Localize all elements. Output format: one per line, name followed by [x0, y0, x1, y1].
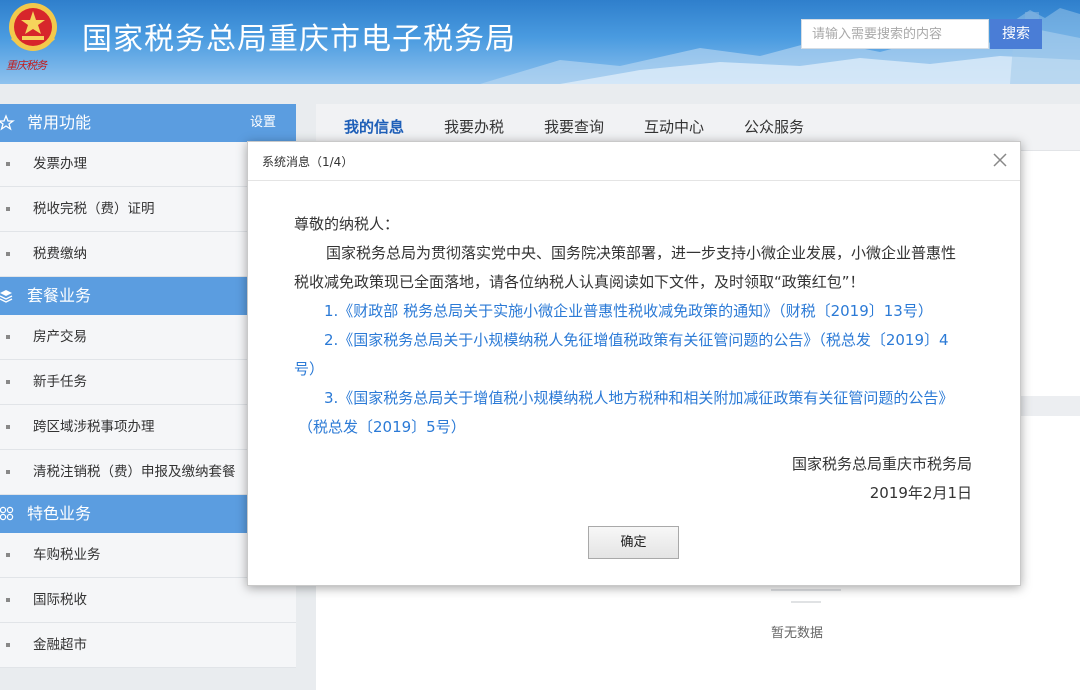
emblem-caption: 重庆税务 — [6, 59, 47, 72]
settings-link[interactable]: 设置 — [250, 104, 276, 142]
sidebar-item-finance-market[interactable]: 金融超市 — [0, 623, 296, 668]
signature-date: 2019年2月1日 — [869, 484, 972, 502]
policy-link-3[interactable]: 3.《国家税务总局关于增值税小规模纳税人地方税种和相关附加减征政策有关征管问题的… — [294, 384, 974, 413]
greeting: 尊敬的纳税人： — [294, 215, 400, 233]
dialog-header: 系统消息（1/4） — [248, 142, 1020, 181]
sidebar-section-label: 常用功能 — [27, 113, 92, 132]
paragraph-line: 国家税务总局为贯彻落实党中央、国务院决策部署，进一步支持小微企业发展，小微企业普… — [326, 244, 957, 262]
search-input[interactable] — [801, 19, 989, 49]
system-message-dialog: 系统消息（1/4） 尊敬的纳税人： 国家税务总局为贯彻落实党中央、国务院决策部署… — [247, 141, 1021, 586]
sidebar-item-label: 车购税业务 — [33, 547, 101, 563]
dialog-body: 尊敬的纳税人： 国家税务总局为贯彻落实党中央、国务院决策部署，进一步支持小微企业… — [294, 210, 974, 442]
confirm-button[interactable]: 确定 — [588, 526, 679, 559]
sidebar-section-label: 特色业务 — [27, 504, 92, 523]
bullet-icon — [6, 207, 10, 211]
site-header: 重庆税务 国家税务总局重庆市电子税务局 搜索 — [0, 0, 1080, 84]
sidebar-item-label: 房产交易 — [33, 329, 87, 345]
policy-link-1[interactable]: 1.《财政部 税务总局关于实施小微企业普惠性税收减免政策的通知》（财税〔2019… — [294, 297, 974, 326]
sidebar-item-label: 跨区域涉税事项办理 — [33, 419, 155, 435]
bullet-icon — [6, 380, 10, 384]
search-button[interactable]: 搜索 — [990, 19, 1042, 49]
policy-link-2-cont[interactable]: 号） — [294, 355, 974, 384]
bullet-icon — [6, 643, 10, 647]
bullet-icon — [6, 553, 10, 557]
sidebar-section-label: 套餐业务 — [27, 286, 92, 305]
bullet-icon — [6, 470, 10, 474]
policy-link-3-cont[interactable]: （税总发〔2019〕5号） — [294, 413, 974, 442]
signature-block: 国家税务总局重庆市税务局 2019年2月1日 — [792, 450, 972, 508]
signature-org: 国家税务总局重庆市税务局 — [791, 455, 972, 473]
close-icon[interactable] — [990, 150, 1010, 170]
national-emblem-icon — [9, 3, 57, 51]
dialog-title: 系统消息（1/4） — [262, 155, 354, 169]
site-title: 国家税务总局重庆市电子税务局 — [82, 22, 516, 57]
sidebar-item-label: 税收完税（费）证明 — [33, 201, 155, 217]
layers-icon — [0, 290, 13, 303]
sidebar-item-label: 发票办理 — [33, 156, 87, 172]
sidebar-item-label: 金融超市 — [33, 637, 87, 653]
sidebar-section-common[interactable]: 常用功能 设置 — [0, 104, 296, 142]
empty-state-text: 暂无数据 — [771, 626, 824, 641]
bullet-icon — [6, 162, 10, 166]
bullet-icon — [6, 335, 10, 339]
bullet-icon — [6, 598, 10, 602]
paragraph-line: 税收减免政策现已全面落地，请各位纳税人认真阅读如下文件，及时领取“政策红包”！ — [294, 273, 865, 291]
sidebar-item-label: 清税注销税（费）申报及缴纳套餐 — [33, 464, 236, 480]
sidebar-item-label: 国际税收 — [33, 592, 87, 608]
bullet-icon — [6, 425, 10, 429]
star-icon — [0, 114, 15, 131]
sidebar-item-label: 税费缴纳 — [33, 246, 87, 262]
bullet-icon — [6, 252, 10, 256]
policy-link-2[interactable]: 2.《国家税务总局关于小规模纳税人免征增值税政策有关征管问题的公告》（税总发〔2… — [294, 326, 974, 355]
sidebar-item-label: 新手任务 — [33, 374, 87, 390]
grid-icon — [0, 506, 14, 521]
